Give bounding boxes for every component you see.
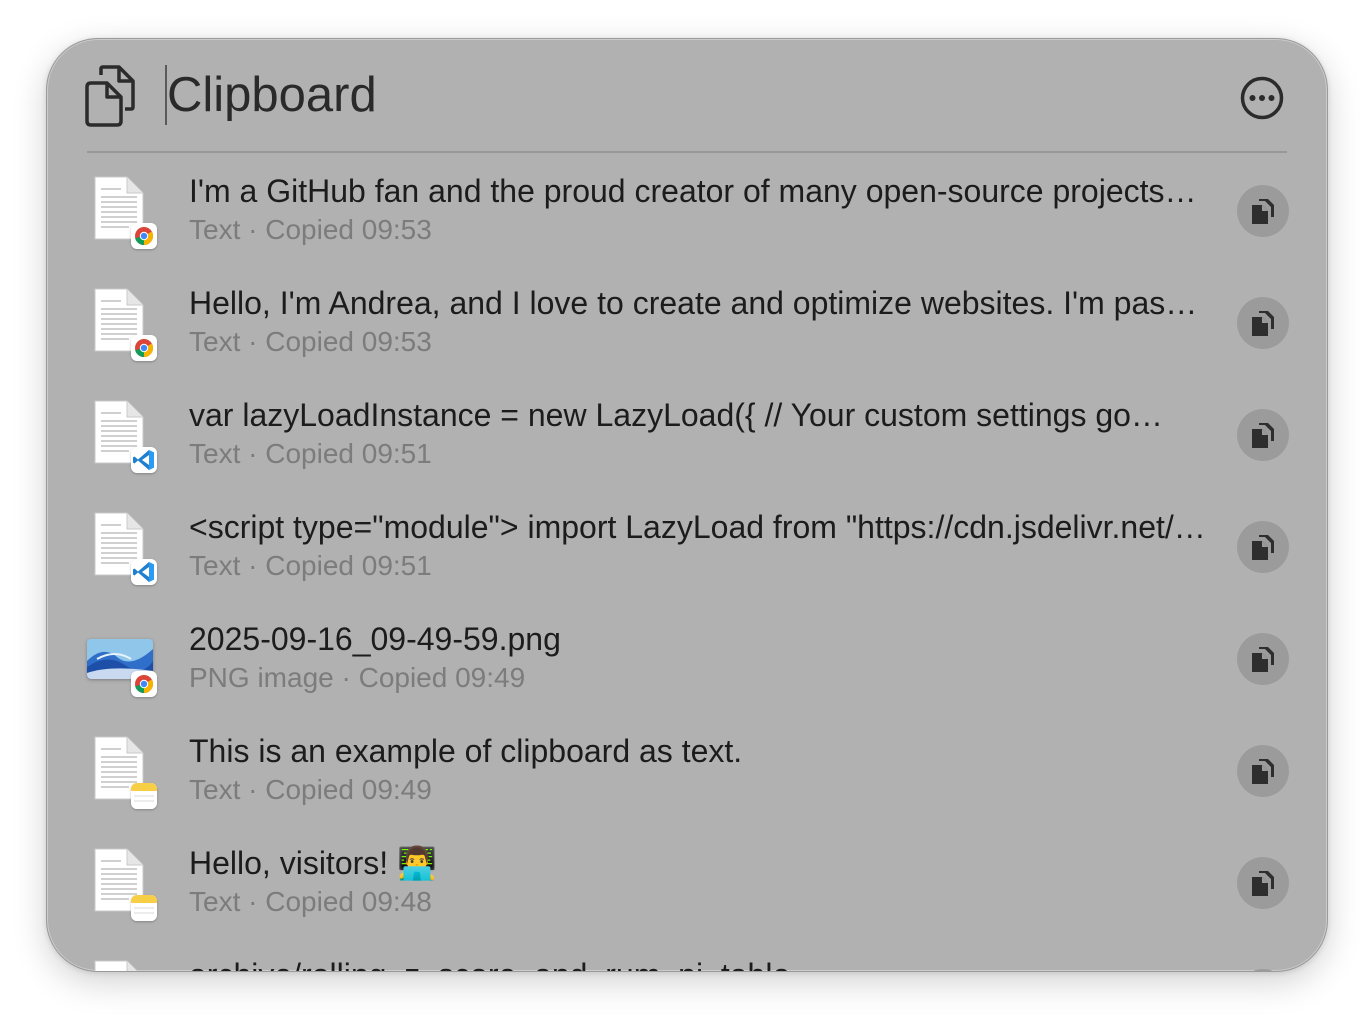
copy-button[interactable]	[1237, 969, 1289, 971]
image-thumbnail	[87, 621, 159, 697]
copy-button[interactable]	[1237, 857, 1289, 909]
chrome-icon	[131, 335, 157, 361]
text-document-icon	[87, 845, 159, 921]
item-subtitle: Text · Copied 09:49	[189, 774, 432, 805]
copy-documents-icon	[1252, 871, 1274, 896]
copy-documents-icon	[1252, 759, 1274, 784]
copy-button[interactable]	[1237, 297, 1289, 349]
clipboard-history-list: I'm a GitHub fan and the proud creator o…	[47, 153, 1327, 971]
copy-documents-icon	[1252, 311, 1274, 336]
text-document-icon	[87, 509, 159, 585]
copy-documents-icon	[1252, 199, 1274, 224]
text-document-icon	[87, 173, 159, 249]
search-bar	[47, 39, 1327, 151]
vscode-icon	[131, 447, 157, 473]
text-document-icon	[87, 397, 159, 473]
item-title: Hello, visitors! 👨‍💻	[189, 845, 437, 881]
clipboard-item[interactable]: <script type="module"> import LazyLoad f…	[47, 489, 1327, 601]
text-document-icon	[87, 733, 159, 809]
item-subtitle: PNG image · Copied 09:49	[189, 662, 526, 693]
copy-button[interactable]	[1237, 745, 1289, 797]
clipboard-item[interactable]: var lazyLoadInstance = new LazyLoad({ //…	[47, 377, 1327, 489]
ellipsis-circle-icon	[1240, 76, 1284, 120]
clipboard-item[interactable]: I'm a GitHub fan and the proud creator o…	[47, 153, 1327, 265]
clipboard-item[interactable]: Hello, visitors! 👨‍💻 Text · Copied 09:48	[47, 825, 1327, 937]
item-subtitle: Text · Copied 09:53	[189, 214, 432, 245]
clipboard-icon	[85, 65, 137, 127]
copy-documents-icon	[1252, 535, 1274, 560]
text-document-icon	[87, 957, 159, 971]
copy-documents-icon	[1252, 647, 1274, 672]
item-title: This is an example of clipboard as text.	[189, 733, 743, 769]
clipboard-item[interactable]: Hello, I'm Andrea, and I love to create …	[47, 265, 1327, 377]
item-title: I'm a GitHub fan and the proud creator o…	[189, 173, 1197, 209]
text-document-icon	[87, 285, 159, 361]
item-subtitle: Text · Copied 09:48	[189, 886, 432, 917]
item-subtitle: Text · Copied 09:51	[189, 438, 432, 469]
chrome-icon	[131, 671, 157, 697]
search-input[interactable]	[165, 61, 1067, 129]
copy-button[interactable]	[1237, 185, 1289, 237]
item-title: archive/rolling_z_score_and_rum_pi_table	[189, 955, 1209, 971]
item-title: var lazyLoadInstance = new LazyLoad({ //…	[189, 397, 1163, 433]
item-title: <script type="module"> import LazyLoad f…	[189, 509, 1209, 545]
vscode-icon	[131, 559, 157, 585]
copy-documents-icon	[1252, 423, 1274, 448]
item-subtitle: Text · Copied 09:51	[189, 550, 432, 581]
copy-button[interactable]	[1237, 409, 1289, 461]
item-title: 2025-09-16_09-49-59.png	[189, 621, 561, 657]
clipboard-window: I'm a GitHub fan and the proud creator o…	[46, 38, 1328, 972]
notes-icon	[131, 783, 157, 809]
item-subtitle: Text · Copied 09:53	[189, 326, 432, 357]
more-actions-button[interactable]	[1239, 75, 1285, 121]
notes-icon	[131, 895, 157, 921]
item-title: Hello, I'm Andrea, and I love to create …	[189, 285, 1209, 321]
clipboard-item[interactable]: archive/rolling_z_score_and_rum_pi_table	[47, 937, 1327, 971]
clipboard-item[interactable]: This is an example of clipboard as text.…	[47, 713, 1327, 825]
clipboard-item[interactable]: 2025-09-16_09-49-59.png PNG image · Copi…	[47, 601, 1327, 713]
chrome-icon	[131, 223, 157, 249]
copy-button[interactable]	[1237, 633, 1289, 685]
copy-button[interactable]	[1237, 521, 1289, 573]
